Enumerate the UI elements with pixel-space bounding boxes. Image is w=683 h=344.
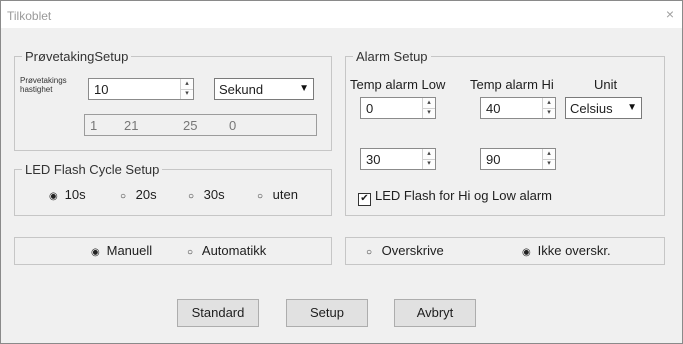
rate-label-line1: Prøvetakings (20, 76, 67, 85)
radio-label: 30s (203, 187, 225, 202)
setup-button[interactable]: Setup (286, 299, 368, 327)
radio-off-icon: ○ (188, 191, 195, 202)
temp-low-label: Temp alarm Low (350, 77, 446, 92)
readout-value: 25 (183, 118, 198, 133)
sampling-unit-select[interactable]: Sekund ▼ (214, 78, 314, 100)
sampling-readout: 1 21 25 0 (84, 114, 317, 136)
led-cycle-group-title: LED Flash Cycle Setup (22, 162, 163, 177)
chevron-down-icon: ▼ (299, 83, 309, 94)
radio-30s[interactable]: ○ 30s (188, 187, 225, 202)
radio-label: uten (272, 187, 298, 202)
check-icon: ✔ (358, 193, 371, 206)
radio-label: Manuell (106, 243, 153, 258)
led-cycle-group: LED Flash Cycle Setup ◉ 10s ○ 20s ○ 30s … (14, 162, 332, 216)
sampling-group-title: PrøvetakingSetup (22, 49, 132, 64)
radio-label: Overskrive (381, 243, 444, 258)
temp-hi-value-2: 90 (486, 152, 501, 167)
radio-label: Ikke overskr. (537, 243, 611, 258)
readout-value: 0 (229, 118, 237, 133)
unit-label: Unit (594, 77, 618, 92)
radio-10s[interactable]: ◉ 10s (49, 187, 86, 202)
overwrite-group: ○ Overskrive ◉ Ikke overskr. (345, 237, 665, 265)
mode-group: ◉ Manuell ○ Automatikk (14, 237, 332, 265)
sampling-group: PrøvetakingSetup Prøvetakings hastighet … (14, 49, 332, 151)
radio-label: 20s (135, 187, 157, 202)
temp-hi-spinner-2[interactable]: 90 ▴ ▾ (480, 148, 556, 170)
spin-down-icon[interactable]: ▾ (543, 159, 555, 169)
radio-off-icon: ○ (187, 247, 194, 258)
radio-uten[interactable]: ○ uten (257, 187, 298, 202)
temp-hi-spinner[interactable]: 40 ▴ ▾ (480, 97, 556, 119)
sampling-unit-value: Sekund (219, 82, 264, 97)
radio-on-icon: ◉ (91, 247, 100, 258)
radio-20s[interactable]: ○ 20s (120, 187, 157, 202)
led-flash-checkbox[interactable]: ✔ LED Flash for Hi og Low alarm (358, 188, 552, 206)
readout-value: 21 (124, 118, 139, 133)
standard-button[interactable]: Standard (177, 299, 259, 327)
temp-low-spinner-2[interactable]: 30 ▴ ▾ (360, 148, 436, 170)
alarm-group: Alarm Setup Temp alarm Low Temp alarm Hi… (345, 49, 665, 216)
temp-hi-value: 40 (486, 101, 501, 116)
radio-on-icon: ◉ (49, 191, 58, 202)
temp-hi-label: Temp alarm Hi (470, 77, 554, 92)
spin-down-icon[interactable]: ▾ (543, 108, 555, 118)
radio-label: 10s (64, 187, 86, 202)
radio-off-icon: ○ (257, 191, 264, 202)
spin-down-icon[interactable]: ▾ (423, 159, 435, 169)
radio-ikke-overskr[interactable]: ◉ Ikke overskr. (522, 243, 611, 258)
title-bar: Tilkoblet × (1, 1, 682, 28)
close-icon[interactable]: × (666, 6, 674, 22)
temp-low-value: 0 (366, 101, 374, 116)
abort-button[interactable]: Avbryt (394, 299, 476, 327)
dialog-window: Tilkoblet × PrøvetakingSetup Prøvetaking… (0, 0, 683, 344)
radio-off-icon: ○ (366, 247, 373, 258)
temp-low-value-2: 30 (366, 152, 381, 167)
alarm-unit-select[interactable]: Celsius ▼ (565, 97, 642, 119)
temp-low-spinner[interactable]: 0 ▴ ▾ (360, 97, 436, 119)
rate-label-line2: hastighet (20, 85, 53, 94)
radio-overskrive[interactable]: ○ Overskrive (366, 243, 444, 258)
radio-on-icon: ◉ (522, 247, 531, 258)
spin-down-icon[interactable]: ▾ (423, 108, 435, 118)
sampling-rate-spinner[interactable]: 10 ▴ ▾ (88, 78, 194, 100)
window-title: Tilkoblet (7, 9, 52, 23)
led-flash-label: LED Flash for Hi og Low alarm (375, 188, 553, 203)
readout-value: 1 (90, 118, 98, 133)
alarm-unit-value: Celsius (570, 101, 613, 116)
radio-manuell[interactable]: ◉ Manuell (91, 243, 152, 258)
radio-label: Automatikk (201, 243, 267, 258)
spin-down-icon[interactable]: ▾ (181, 89, 193, 99)
chevron-down-icon: ▼ (627, 102, 637, 113)
alarm-group-title: Alarm Setup (353, 49, 431, 64)
sampling-rate-value: 10 (94, 82, 109, 97)
radio-automatikk[interactable]: ○ Automatikk (187, 243, 266, 258)
radio-off-icon: ○ (120, 191, 127, 202)
